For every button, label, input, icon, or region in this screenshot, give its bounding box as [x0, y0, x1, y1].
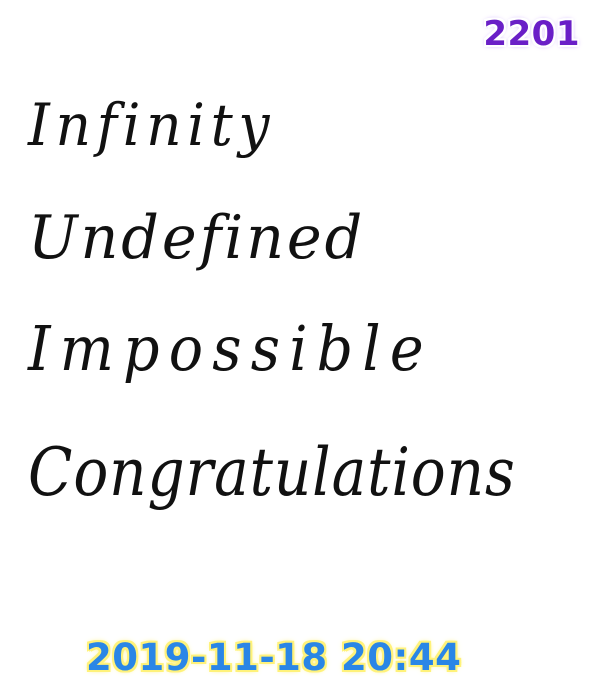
- handwritten-word: Impossible: [28, 312, 433, 385]
- handwritten-word: Infinity: [28, 91, 276, 159]
- handwritten-word: Undefined: [28, 203, 366, 273]
- handwritten-word-list: Infinity Undefined Impossible Congratula…: [28, 96, 598, 506]
- counter-badge: 2201: [483, 14, 580, 54]
- timestamp-label: 2019-11-18 20:44: [86, 636, 462, 679]
- handwritten-word: Congratulations: [28, 434, 516, 511]
